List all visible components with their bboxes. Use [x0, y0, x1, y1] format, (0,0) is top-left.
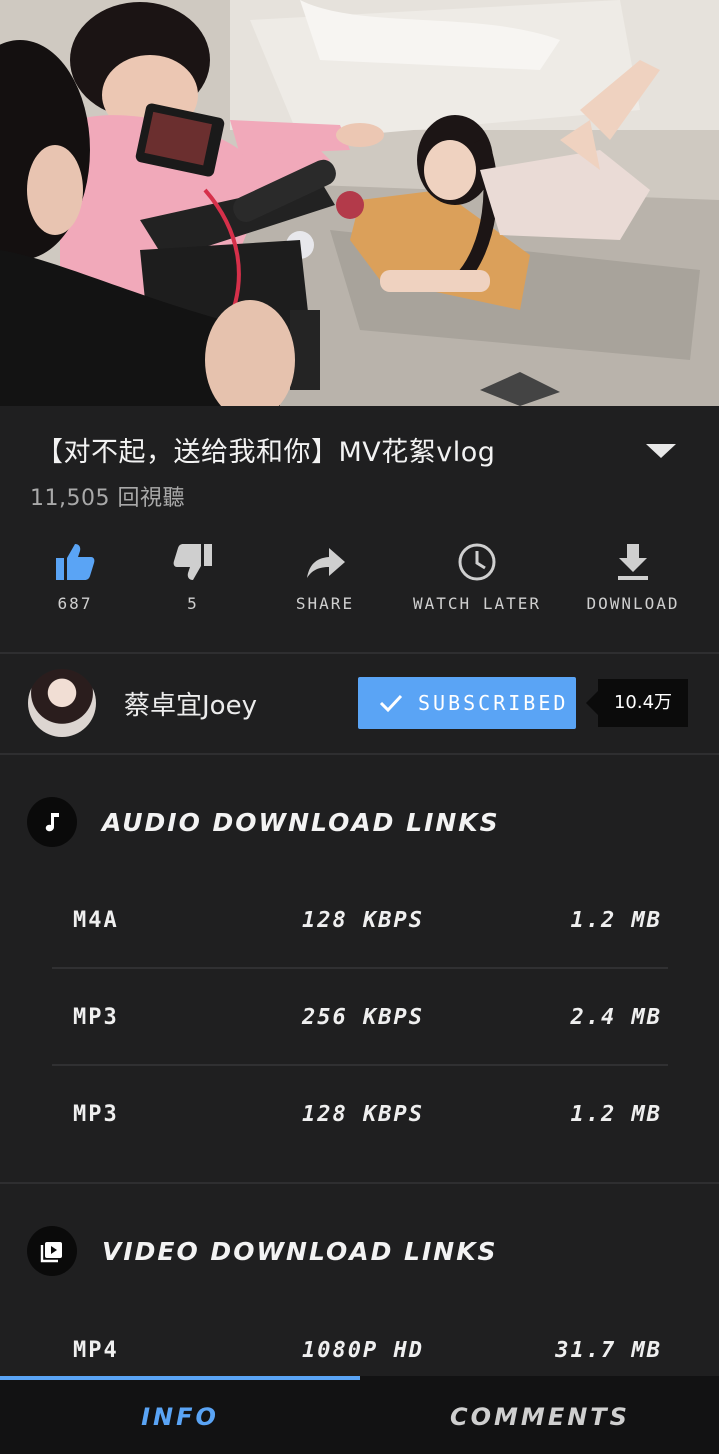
share-label: SHARE: [295, 594, 355, 613]
video-title-row[interactable]: 【对不起，送给我和你】MV花絮vlog: [36, 430, 686, 474]
watch-later-label: WATCH LATER: [413, 594, 541, 613]
audio-section-header: AUDIO DOWNLOAD LINKS: [0, 792, 719, 852]
watch-later-button[interactable]: WATCH LATER: [402, 536, 552, 626]
quality-label: 256 KBPS: [302, 1005, 424, 1030]
tab-comments[interactable]: COMMENTS: [360, 1376, 719, 1454]
format-label: MP3: [73, 1005, 119, 1030]
channel-row: 蔡卓宜Joey SUBSCRIBED 10.4万: [0, 655, 719, 753]
bottom-tab-bar: INFO COMMENTS: [0, 1376, 719, 1454]
divider: [0, 753, 719, 755]
video-section-title: VIDEO DOWNLOAD LINKS: [102, 1237, 498, 1266]
subscribe-label: SUBSCRIBED: [418, 691, 569, 715]
file-size: 31.7 MB: [555, 1338, 662, 1363]
download-icon: [618, 544, 648, 580]
thumbs-down-icon: [173, 544, 212, 580]
thumbs-up-icon: [56, 544, 95, 580]
divider: [0, 1182, 719, 1184]
audio-section-title: AUDIO DOWNLOAD LINKS: [102, 808, 500, 837]
audio-download-row[interactable]: MP3 128 KBPS 1.2 MB: [52, 1066, 668, 1163]
subscriber-count: 10.4万: [586, 679, 688, 727]
video-section-header: VIDEO DOWNLOAD LINKS: [0, 1221, 719, 1281]
video-thumbnail-image: [0, 0, 719, 406]
music-note-icon: [27, 797, 77, 847]
share-arrow-icon: [307, 548, 345, 578]
subscribe-button[interactable]: SUBSCRIBED: [358, 677, 576, 729]
divider: [0, 652, 719, 654]
format-label: MP3: [73, 1102, 119, 1127]
quality-label: 128 KBPS: [302, 908, 424, 933]
clock-icon: [458, 543, 496, 581]
video-player[interactable]: [0, 0, 719, 406]
download-button[interactable]: DOWNLOAD: [558, 536, 708, 626]
file-size: 1.2 MB: [570, 908, 662, 933]
video-title: 【对不起，送给我和你】MV花絮vlog: [36, 437, 496, 468]
audio-download-row[interactable]: M4A 128 KBPS 1.2 MB: [52, 872, 668, 969]
format-label: MP4: [73, 1338, 119, 1363]
video-library-icon: [27, 1226, 77, 1276]
file-size: 1.2 MB: [570, 1102, 662, 1127]
download-label: DOWNLOAD: [586, 594, 680, 613]
dislike-button[interactable]: 5: [118, 536, 268, 626]
tab-info[interactable]: INFO: [0, 1376, 360, 1454]
channel-avatar[interactable]: [28, 669, 96, 737]
app-screen: 【对不起，送给我和你】MV花絮vlog 11,505 回視聽 687 5 SHA…: [0, 0, 719, 1454]
view-count: 11,505 回視聽: [30, 486, 185, 511]
active-tab-indicator: [0, 1376, 360, 1380]
action-bar: 687 5 SHARE WATCH LATER DOWNLOAD: [0, 536, 719, 626]
format-label: M4A: [73, 908, 119, 933]
file-size: 2.4 MB: [570, 1005, 662, 1030]
expand-description-icon[interactable]: [646, 444, 676, 458]
audio-download-row[interactable]: MP3 256 KBPS 2.4 MB: [52, 969, 668, 1066]
check-icon: [379, 694, 403, 713]
quality-label: 1080P HD: [302, 1338, 424, 1363]
channel-name[interactable]: 蔡卓宜Joey: [124, 685, 257, 722]
dislike-count: 5: [187, 594, 199, 613]
quality-label: 128 KBPS: [302, 1102, 424, 1127]
share-button[interactable]: SHARE: [250, 536, 400, 626]
